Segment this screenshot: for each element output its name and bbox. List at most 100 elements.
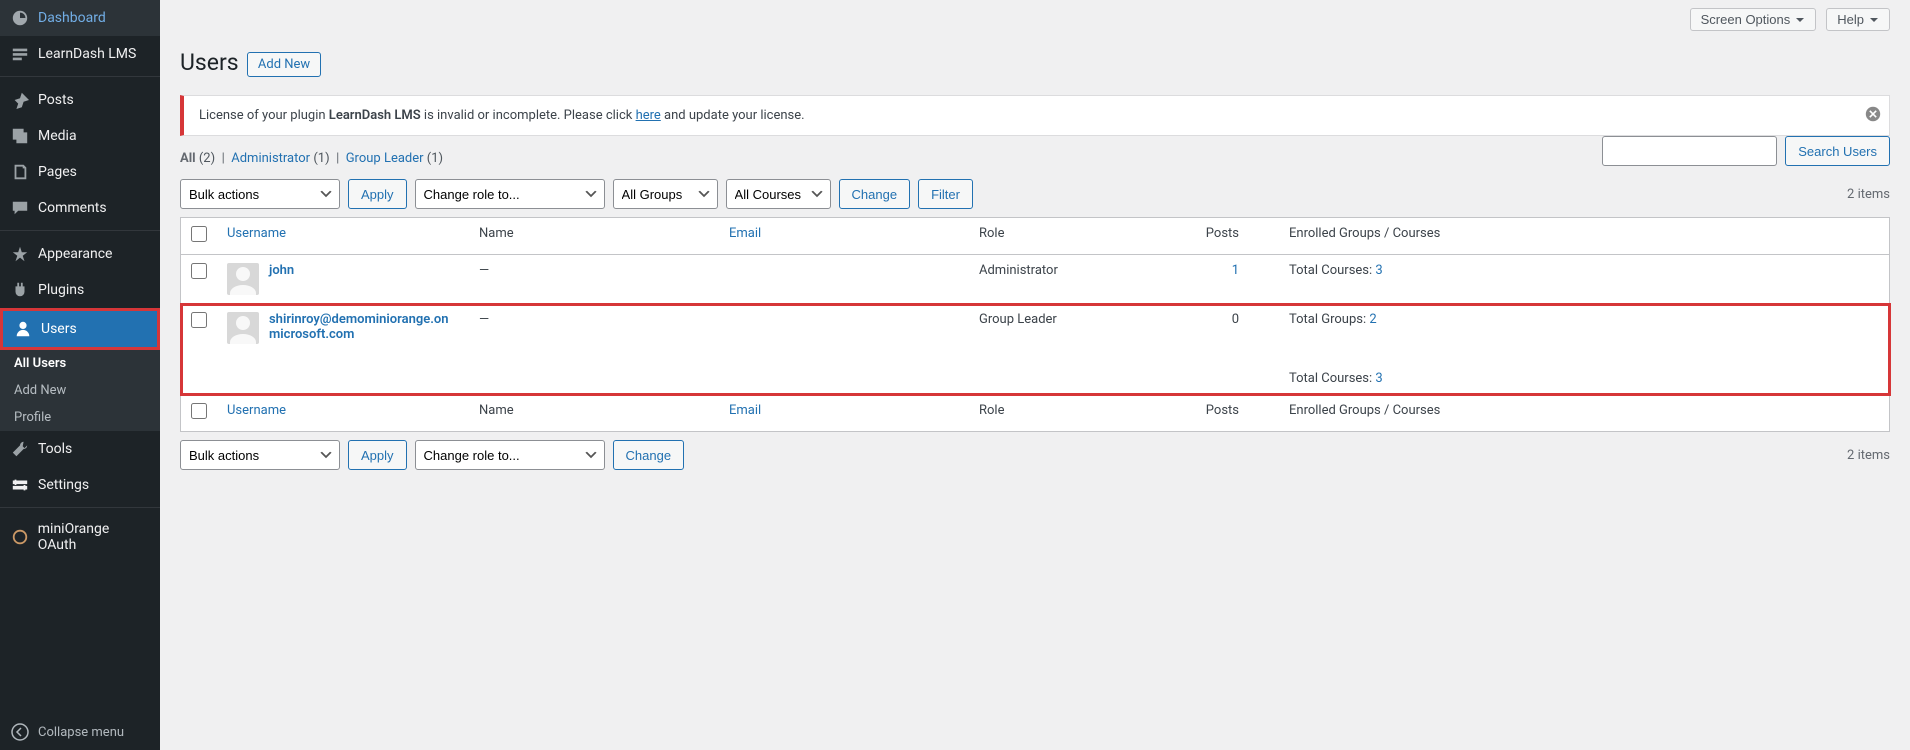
sidebar-label: Posts: [38, 92, 74, 108]
col-username-foot[interactable]: Username: [227, 403, 286, 418]
tablenav-top: Bulk actions Apply Change role to... All…: [180, 179, 1890, 209]
apply-button[interactable]: Apply: [348, 179, 407, 209]
search-input[interactable]: [1602, 136, 1777, 166]
chevron-down-icon: [1869, 15, 1879, 25]
sidebar-label: Media: [38, 128, 77, 144]
bulk-actions-select-bottom[interactable]: Bulk actions: [180, 440, 340, 470]
screen-options-button[interactable]: Screen Options: [1690, 8, 1817, 31]
miniorange-icon: [10, 527, 30, 547]
notice-dismiss[interactable]: [1865, 106, 1881, 126]
name-cell: —: [469, 304, 719, 395]
select-all-bottom[interactable]: [191, 403, 207, 419]
users-table: Username Name Email Role Posts Enrolled …: [180, 217, 1890, 432]
sidebar-item-posts[interactable]: Posts: [0, 82, 160, 118]
posts-link[interactable]: 1: [1232, 263, 1239, 278]
sidebar-item-users[interactable]: Users: [0, 308, 160, 350]
users-icon: [13, 319, 33, 339]
avatar: [227, 312, 259, 344]
sidebar-separator: [0, 503, 160, 508]
sidebar-item-plugins[interactable]: Plugins: [0, 272, 160, 308]
sidebar-item-miniorange[interactable]: miniOrange OAuth: [0, 513, 160, 561]
collapse-menu[interactable]: Collapse menu: [0, 714, 160, 750]
sidebar-label: Pages: [38, 164, 77, 180]
filter-admin-count: (1): [313, 151, 329, 166]
sidebar-label: Comments: [38, 200, 107, 216]
courses-label: Total Courses:: [1289, 371, 1375, 386]
sidebar-item-comments[interactable]: Comments: [0, 190, 160, 226]
pushpin-icon: [10, 90, 30, 110]
sidebar-item-dashboard[interactable]: Dashboard: [0, 0, 160, 36]
row-checkbox[interactable]: [191, 263, 207, 279]
courses-link[interactable]: 3: [1375, 263, 1382, 278]
sidebar-item-learndash[interactable]: LearnDash LMS: [0, 36, 160, 72]
sidebar-item-media[interactable]: Media: [0, 118, 160, 154]
content-area: Screen Options Help Users Add New Licens…: [160, 0, 1910, 518]
posts-value: 0: [1232, 312, 1239, 327]
filter-group-leader[interactable]: Group Leader: [346, 151, 424, 166]
collapse-label: Collapse menu: [38, 725, 124, 740]
sidebar-label: Dashboard: [38, 10, 106, 26]
avatar: [227, 263, 259, 295]
apply-button-bottom[interactable]: Apply: [348, 440, 407, 470]
notice-middle: is invalid or incomplete. Please click: [421, 108, 636, 123]
help-button[interactable]: Help: [1826, 8, 1890, 31]
filter-admin[interactable]: Administrator: [231, 151, 310, 166]
courses-link[interactable]: 3: [1375, 371, 1382, 386]
notice-prefix: License of your plugin: [199, 108, 329, 123]
filter-all-count: (2): [199, 151, 215, 166]
sidebar-item-pages[interactable]: Pages: [0, 154, 160, 190]
email-cell: [719, 255, 969, 304]
table-row: john — Administrator 1 Total Courses: 3: [181, 255, 1890, 304]
comments-icon: [10, 198, 30, 218]
license-notice: License of your plugin LearnDash LMS is …: [180, 95, 1890, 136]
col-name-foot: Name: [469, 395, 719, 432]
filter-button[interactable]: Filter: [918, 179, 973, 209]
chevron-down-icon: [1795, 15, 1805, 25]
role-cell: Group Leader: [969, 304, 1169, 395]
add-new-button[interactable]: Add New: [247, 52, 321, 77]
select-all-top[interactable]: [191, 226, 207, 242]
search-users-button[interactable]: Search Users: [1785, 136, 1890, 166]
username-link[interactable]: shirinroy@demominiorange.onmicrosoft.com: [269, 312, 459, 342]
username-link[interactable]: john: [269, 263, 294, 278]
close-icon: [1865, 106, 1881, 122]
bulk-actions-select[interactable]: Bulk actions: [180, 179, 340, 209]
col-role-foot: Role: [969, 395, 1169, 432]
change-button-bottom[interactable]: Change: [613, 440, 685, 470]
tools-icon: [10, 439, 30, 459]
submenu-add-new[interactable]: Add New: [0, 377, 160, 404]
learndash-icon: [10, 44, 30, 64]
filter-all[interactable]: All: [180, 151, 196, 166]
sidebar-label: Settings: [38, 477, 89, 493]
groups-label: Total Groups:: [1289, 312, 1369, 327]
notice-link[interactable]: here: [636, 108, 661, 123]
submenu-all-users[interactable]: All Users: [0, 350, 160, 377]
col-role: Role: [969, 218, 1169, 255]
col-email[interactable]: Email: [729, 226, 761, 241]
media-icon: [10, 126, 30, 146]
all-courses-select[interactable]: All Courses: [726, 179, 831, 209]
change-role-select[interactable]: Change role to...: [415, 179, 605, 209]
change-button[interactable]: Change: [839, 179, 911, 209]
col-email-foot[interactable]: Email: [729, 403, 761, 418]
users-submenu: All Users Add New Profile: [0, 350, 160, 431]
col-enrolled-foot: Enrolled Groups / Courses: [1249, 395, 1890, 432]
sidebar-label: Tools: [38, 441, 72, 457]
settings-icon: [10, 475, 30, 495]
col-username[interactable]: Username: [227, 226, 286, 241]
sidebar-item-settings[interactable]: Settings: [0, 467, 160, 503]
sidebar-item-tools[interactable]: Tools: [0, 431, 160, 467]
collapse-icon: [10, 722, 30, 742]
name-cell: —: [469, 255, 719, 304]
sidebar-item-appearance[interactable]: Appearance: [0, 236, 160, 272]
all-groups-select[interactable]: All Groups: [613, 179, 718, 209]
sidebar-label: miniOrange OAuth: [38, 521, 150, 553]
change-role-select-bottom[interactable]: Change role to...: [415, 440, 605, 470]
topbar: Screen Options Help: [160, 0, 1910, 31]
appearance-icon: [10, 244, 30, 264]
sidebar-label: Plugins: [38, 282, 84, 298]
groups-link[interactable]: 2: [1369, 312, 1376, 327]
submenu-profile[interactable]: Profile: [0, 404, 160, 431]
row-checkbox[interactable]: [191, 312, 207, 328]
items-count-top: 2 items: [1847, 187, 1890, 202]
